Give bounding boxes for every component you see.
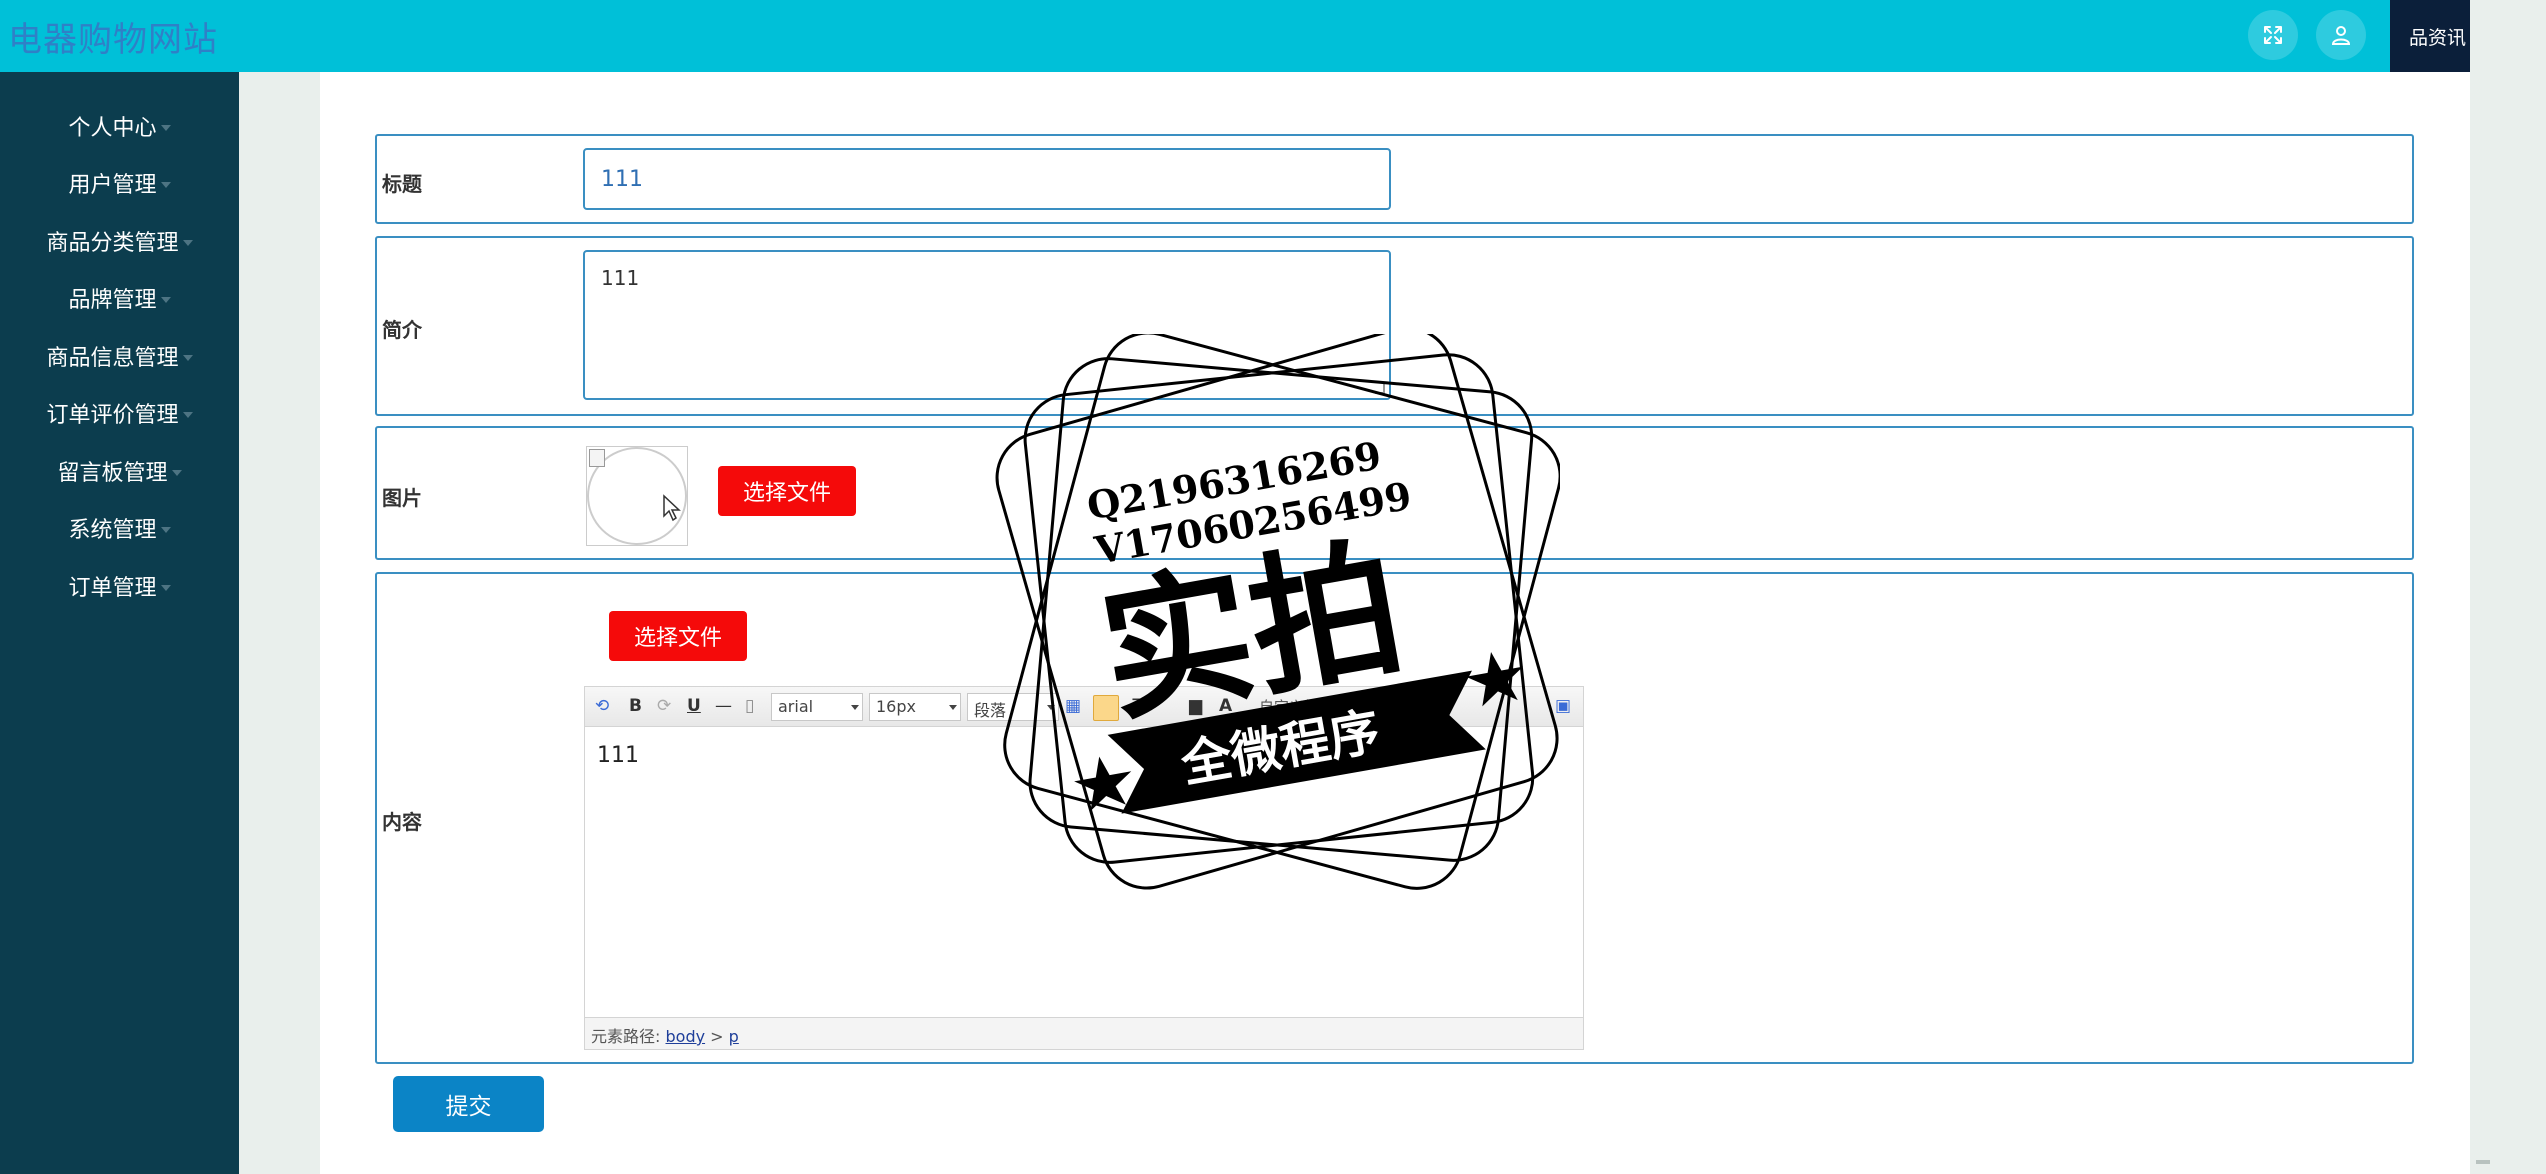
horizontal-rule-icon[interactable]: —: [715, 696, 732, 716]
top-header: 电器购物网站 品资讯: [0, 0, 2470, 72]
sidebar-item-order-reviews[interactable]: 订单评价管理: [0, 393, 239, 433]
editor-status-bar: 元素路径: body > p: [585, 1017, 1583, 1049]
path-separator: >: [710, 1027, 724, 1046]
title-label: 标题: [382, 172, 422, 196]
font-family-select[interactable]: arial: [771, 693, 863, 721]
caret-down-icon: [182, 412, 193, 418]
sidebar-item-label: 订单评价管理: [46, 403, 179, 428]
user-icon: [2331, 26, 2351, 45]
sidebar-item-brands[interactable]: 品牌管理: [0, 278, 239, 318]
sidebar-item-orders[interactable]: 订单管理: [0, 566, 239, 606]
scrollbar[interactable]: [2476, 1160, 2490, 1164]
broken-image-icon: [589, 449, 605, 467]
sidebar-item-label: 留言板管理: [57, 461, 168, 486]
content-choose-file-button[interactable]: 选择文件: [609, 611, 747, 661]
underline-icon[interactable]: U: [687, 696, 701, 716]
image-label: 图片: [382, 486, 422, 510]
chevron-down-icon: [949, 705, 957, 710]
sidebar-item-label: 品牌管理: [68, 288, 157, 313]
caret-down-icon: [160, 527, 171, 533]
undo-icon[interactable]: ⟲: [595, 696, 609, 716]
mouse-cursor-icon: [663, 494, 681, 522]
sidebar-item-personal-center[interactable]: 个人中心: [0, 106, 239, 146]
caret-down-icon: [160, 125, 171, 131]
intro-label: 简介: [382, 318, 422, 342]
font-size-select[interactable]: 16px: [869, 693, 961, 721]
sidebar-item-label: 系统管理: [68, 518, 157, 543]
page-icon[interactable]: ▯: [745, 696, 754, 716]
user-button[interactable]: [2316, 10, 2366, 60]
image-choose-file-button[interactable]: 选择文件: [718, 466, 856, 516]
chevron-down-icon: [851, 705, 859, 710]
editor-content[interactable]: 111: [597, 743, 639, 768]
submit-button[interactable]: 提交: [393, 1076, 544, 1132]
sidebar: 个人中心 用户管理 商品分类管理 品牌管理 商品信息管理 订单评价管理 留言板管…: [0, 72, 239, 1174]
caret-down-icon: [160, 585, 171, 591]
redo-icon[interactable]: ⟳: [657, 696, 671, 716]
sidebar-item-products[interactable]: 商品信息管理: [0, 336, 239, 376]
sidebar-item-label: 用户管理: [68, 173, 157, 198]
font-size-value: 16px: [876, 697, 916, 716]
intro-text: 111: [601, 266, 640, 290]
watermark-stamp: Q2196316269 V17060256499 实拍 全微程序: [995, 334, 1560, 890]
caret-down-icon: [182, 355, 193, 361]
title-input[interactable]: 111: [583, 148, 1391, 210]
fullscreen-icon: [2264, 26, 2282, 44]
sidebar-item-users[interactable]: 用户管理: [0, 163, 239, 203]
content-label: 内容: [382, 810, 422, 834]
caret-down-icon: [171, 470, 182, 476]
header-menu-item[interactable]: 品资讯: [2390, 0, 2470, 72]
caret-down-icon: [182, 240, 193, 246]
element-path-label: 元素路径:: [591, 1027, 661, 1046]
font-family-value: arial: [778, 697, 814, 716]
site-title: 电器购物网站: [8, 20, 218, 60]
caret-down-icon: [160, 297, 171, 303]
sidebar-item-system[interactable]: 系统管理: [0, 508, 239, 548]
sidebar-item-label: 订单管理: [68, 576, 157, 601]
path-link-body[interactable]: body: [666, 1027, 706, 1046]
sidebar-item-categories[interactable]: 商品分类管理: [0, 221, 239, 261]
star-icon: [1465, 651, 1524, 707]
sidebar-item-message-board[interactable]: 留言板管理: [0, 451, 239, 491]
sidebar-item-label: 商品信息管理: [46, 346, 179, 371]
caret-down-icon: [160, 182, 171, 188]
page-margin: [2470, 0, 2546, 1174]
path-link-p[interactable]: p: [729, 1027, 739, 1046]
sidebar-item-label: 商品分类管理: [46, 231, 179, 256]
bold-icon[interactable]: B: [629, 696, 642, 716]
fullscreen-button[interactable]: [2248, 10, 2298, 60]
sidebar-item-label: 个人中心: [68, 116, 157, 141]
